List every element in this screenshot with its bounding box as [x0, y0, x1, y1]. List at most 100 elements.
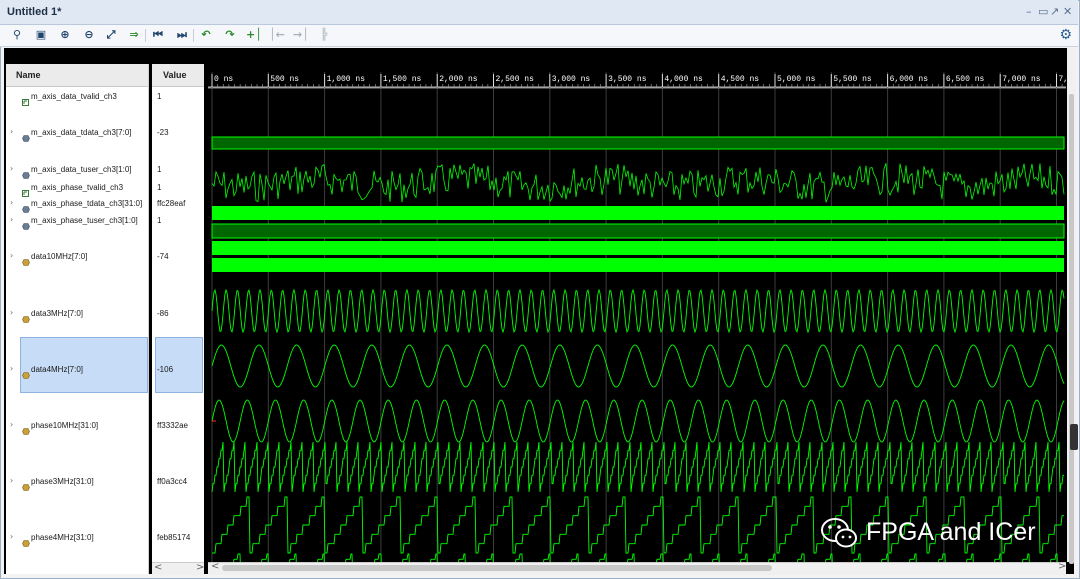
- signal-value: feb85174: [157, 533, 191, 542]
- name-header-label: Name: [16, 70, 41, 80]
- horizontal-scroll-thumb[interactable]: [222, 565, 772, 571]
- signal-name[interactable]: data10MHz[7:0]: [31, 252, 87, 261]
- signal-value: ff3332ae: [157, 421, 188, 430]
- float-icon[interactable]: ↗: [1050, 6, 1059, 18]
- expand-chevron-icon[interactable]: ›: [10, 251, 13, 260]
- phase-tdata-wave: [212, 241, 1064, 255]
- settings-gear-icon[interactable]: ⚙: [1059, 27, 1072, 43]
- next-marker-icon[interactable]: →│: [293, 28, 309, 42]
- scroll-right-icon[interactable]: >: [1058, 561, 1066, 572]
- tvalid-wave: [211, 136, 1065, 150]
- splitter-handle[interactable]: [1070, 424, 1078, 450]
- data10mhz-wave: [211, 288, 1065, 334]
- analog-bus-icon: [22, 253, 30, 266]
- ruler-label: 3,000 ns: [552, 75, 591, 84]
- ruler-label: 3,500 ns: [608, 75, 647, 84]
- signal-name[interactable]: m_axis_phase_tuser_ch3[1:0]: [31, 216, 138, 225]
- ruler-label: 7,: [1059, 75, 1067, 84]
- toolbar-separator: [145, 29, 146, 42]
- zoom-in-icon[interactable]: ⊕: [58, 28, 72, 42]
- signal-name[interactable]: data4MHz[7:0]: [31, 365, 83, 374]
- signal-value: -86: [157, 309, 169, 318]
- signal-name[interactable]: phase4MHz[31:0]: [31, 533, 94, 542]
- data4mhz-wave: [211, 399, 1065, 443]
- go-to-time-0-icon[interactable]: ⏮: [151, 28, 165, 42]
- previous-transition-icon[interactable]: ↶: [199, 28, 213, 42]
- scroll-right-icon[interactable]: >: [196, 562, 204, 573]
- phase-tvalid-wave: [211, 223, 1065, 239]
- title-bar: Untitled 1* – ▭ ↗ ✕: [0, 0, 1078, 25]
- restore-icon[interactable]: ▭: [1038, 6, 1048, 18]
- signal-value: 1: [157, 165, 162, 174]
- expand-chevron-icon[interactable]: ›: [10, 308, 13, 317]
- signal-value: ffc28eaf: [157, 199, 186, 208]
- signal-value: ff0a3cc4: [157, 477, 188, 486]
- ruler-label: 1,000 ns: [327, 75, 366, 84]
- expand-chevron-icon[interactable]: ›: [10, 476, 13, 485]
- go-to-last-time-icon[interactable]: ⏭: [175, 28, 189, 42]
- go-to-cursor-icon[interactable]: ⇒: [127, 28, 141, 42]
- ruler-label: 2,000 ns: [439, 75, 478, 84]
- signal-name[interactable]: m_axis_data_tvalid_ch3: [31, 92, 117, 101]
- vertical-scroll-thumb[interactable]: [1069, 94, 1074, 564]
- expand-chevron-icon[interactable]: ›: [10, 198, 13, 207]
- bit-signal-icon: [22, 93, 29, 106]
- waveform-canvas[interactable]: 0 ns 500 ns 1,000 ns 1,500 ns 2,000 ns 2,500 …: [208, 48, 1066, 562]
- value-header-label: Value: [163, 70, 187, 80]
- wechat-icon: [821, 518, 857, 548]
- analog-bus-icon: [22, 310, 30, 323]
- swap-cursors-icon[interactable]: ╠: [317, 28, 331, 42]
- signal-value: 1: [157, 92, 162, 101]
- phase-tuser-wave: [212, 258, 1064, 272]
- signal-name[interactable]: phase3MHz[31:0]: [31, 477, 94, 486]
- signal-name[interactable]: m_axis_data_tdata_ch3[7:0]: [31, 128, 132, 137]
- toolbar-separator: [193, 29, 194, 42]
- expand-chevron-icon[interactable]: ›: [10, 164, 13, 173]
- bus-signal-icon: [22, 166, 30, 179]
- value-column-header[interactable]: Value: [152, 64, 204, 87]
- expand-chevron-icon[interactable]: ›: [10, 215, 13, 224]
- signal-value: -106: [157, 365, 174, 374]
- phase4mhz-wave: [233, 553, 1058, 562]
- search-icon[interactable]: ⚲: [10, 28, 24, 42]
- phase10mhz-wave: [211, 441, 1064, 493]
- next-transition-icon[interactable]: ↷: [223, 28, 237, 42]
- ruler-label: 4,000 ns: [664, 75, 703, 84]
- expand-chevron-icon[interactable]: ›: [10, 364, 13, 373]
- scroll-left-icon[interactable]: <: [154, 562, 162, 573]
- zoom-out-icon[interactable]: ⊖: [82, 28, 96, 42]
- ruler-label: 0 ns: [214, 75, 233, 84]
- scroll-left-icon[interactable]: <: [211, 561, 219, 572]
- window-title: Untitled 1*: [7, 6, 62, 18]
- expand-chevron-icon[interactable]: ›: [10, 532, 13, 541]
- zoom-fit-icon[interactable]: ⤢: [104, 28, 118, 42]
- signal-value-column: [152, 64, 204, 574]
- signal-name[interactable]: m_axis_phase_tdata_ch3[31:0]: [31, 199, 142, 208]
- analog-bus-icon: [22, 534, 30, 547]
- ruler-label: 5,500 ns: [833, 75, 872, 84]
- bit-signal-icon: [22, 184, 29, 197]
- bus-signal-icon: [22, 217, 30, 230]
- previous-marker-icon[interactable]: │←: [269, 28, 285, 42]
- signal-value: 1: [157, 183, 162, 192]
- add-marker-icon[interactable]: +│: [246, 28, 262, 42]
- close-icon[interactable]: ✕: [1063, 6, 1072, 18]
- data3mhz-wave: [211, 344, 1065, 388]
- value-horizontal-scrollbar[interactable]: < >: [152, 562, 204, 575]
- name-column-header[interactable]: Name: [6, 64, 148, 87]
- save-icon[interactable]: ▣: [34, 28, 48, 42]
- expand-chevron-icon[interactable]: ›: [10, 420, 13, 429]
- analog-bus-icon: [22, 422, 30, 435]
- signal-name[interactable]: m_axis_data_tuser_ch3[1:0]: [31, 165, 132, 174]
- signal-value: 1: [157, 216, 162, 225]
- signal-value: -23: [157, 128, 169, 137]
- signal-name[interactable]: data3MHz[7:0]: [31, 309, 83, 318]
- expand-chevron-icon[interactable]: ›: [10, 127, 13, 136]
- ruler-label: 7,000 ns: [1002, 75, 1041, 84]
- waveform-svg[interactable]: 0 ns 500 ns 1,000 ns 1,500 ns 2,000 ns 2,500 …: [208, 48, 1066, 562]
- bus-signal-icon: [22, 129, 30, 142]
- ruler-label: 2,500 ns: [496, 75, 535, 84]
- minimize-icon[interactable]: –: [1026, 6, 1032, 18]
- signal-name[interactable]: m_axis_phase_tvalid_ch3: [31, 183, 123, 192]
- signal-name[interactable]: phase10MHz[31:0]: [31, 421, 98, 430]
